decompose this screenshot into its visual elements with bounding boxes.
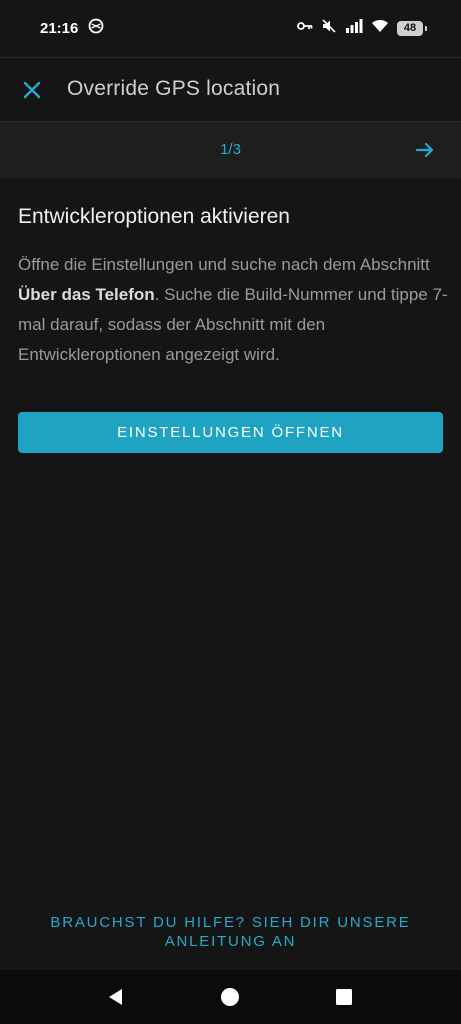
wifi-icon: [371, 19, 389, 38]
open-settings-button[interactable]: EINSTELLUNGEN ÖFFNEN: [18, 412, 443, 453]
help-link[interactable]: BRAUCHST DU HILFE? SIEH DIR UNSERE ANLEI…: [30, 913, 431, 951]
status-bar: 21:16 48: [0, 0, 461, 56]
app-bar: Override GPS location: [0, 57, 461, 122]
close-icon[interactable]: [20, 78, 44, 102]
system-navigation-bar: [0, 970, 461, 1024]
recent-apps-icon[interactable]: [335, 988, 353, 1006]
arrow-right-icon[interactable]: [413, 138, 437, 162]
step-counter: 1/3: [220, 141, 241, 158]
signal-icon: [345, 18, 363, 38]
step-navigation: 1/3: [0, 121, 461, 178]
data-saver-icon: [88, 18, 104, 39]
battery-icon: 48: [397, 20, 427, 36]
status-time: 21:16: [40, 19, 79, 37]
description-bold-text: Über das Telefon: [18, 285, 155, 304]
step-heading: Entwickleroptionen aktivieren: [18, 205, 290, 228]
home-icon[interactable]: [220, 987, 240, 1007]
vpn-key-icon: [297, 19, 313, 37]
battery-level: 48: [403, 22, 417, 34]
step-description: Öffne die Einstellungen und suche nach d…: [18, 250, 448, 370]
back-icon[interactable]: [106, 987, 126, 1007]
page-title: Override GPS location: [67, 77, 281, 100]
mute-icon: [321, 18, 337, 39]
description-text-1: Öffne die Einstellungen und suche nach d…: [18, 255, 430, 274]
